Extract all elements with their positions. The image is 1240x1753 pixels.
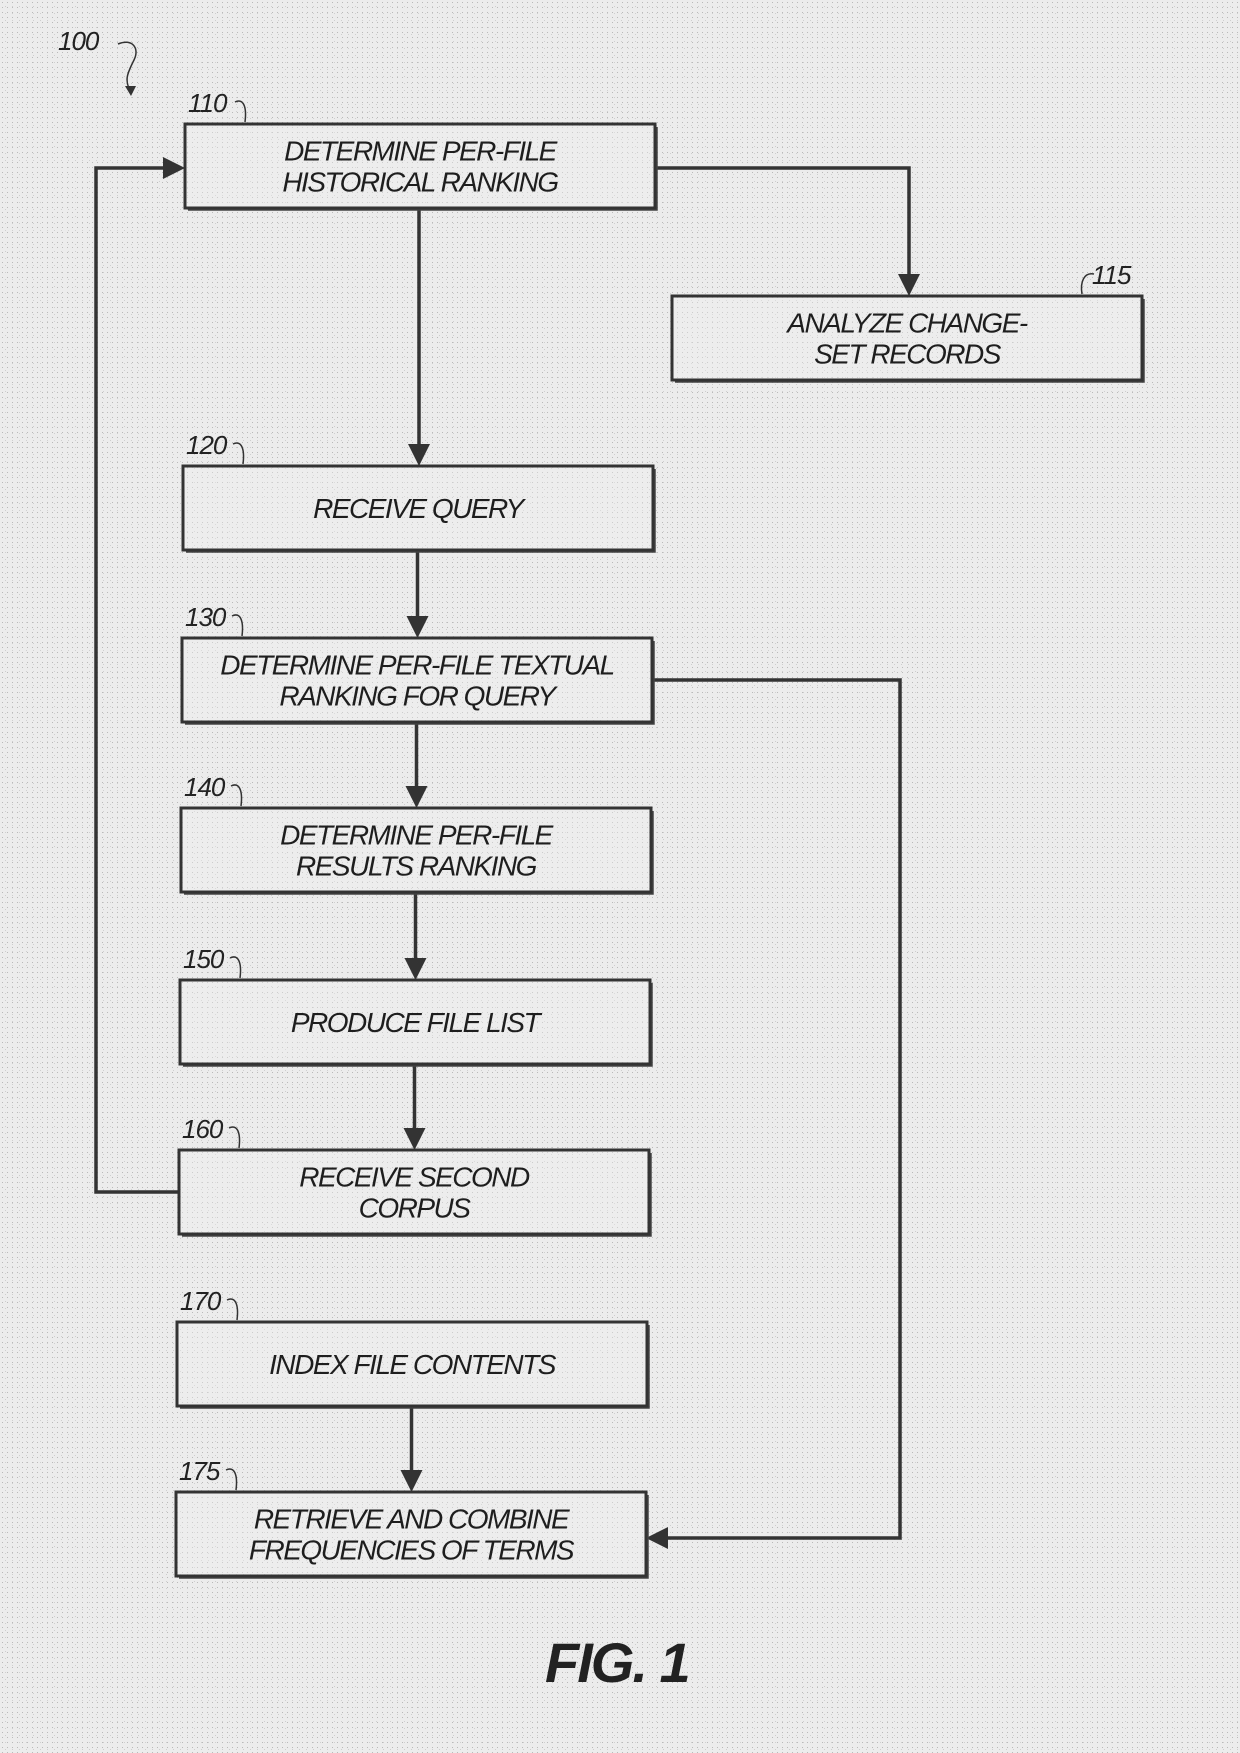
step-label-line: DETERMINE PER-FILE TEXTUAL bbox=[220, 650, 614, 681]
step-label-line: DETERMINE PER-FILE bbox=[284, 136, 558, 167]
connector-110-to-120-arrowhead bbox=[408, 444, 430, 466]
connector-130-to-140 bbox=[405, 722, 428, 808]
step-reference-number: 120 bbox=[186, 430, 228, 460]
connector-160-to-110-line bbox=[94, 166, 181, 1194]
figure-reference: 100 bbox=[58, 26, 137, 96]
step-label-line: RANKING FOR QUERY bbox=[279, 681, 558, 712]
connector-110-to-115 bbox=[655, 166, 920, 296]
step-label-line: INDEX FILE CONTENTS bbox=[269, 1349, 557, 1380]
step-label-line: RESULTS RANKING bbox=[296, 851, 537, 882]
step-label-line: ANALYZE CHANGE- bbox=[785, 308, 1028, 339]
step-reference-number: 140 bbox=[184, 772, 226, 802]
step-reference-leader bbox=[231, 614, 244, 637]
flowchart: 100 DETERMINE PER-FILEHISTORICAL RANKING… bbox=[58, 26, 1145, 1694]
figure-reference-arrowhead bbox=[125, 86, 136, 96]
step-reference-number: 130 bbox=[185, 602, 227, 632]
step-reference-number: 170 bbox=[180, 1286, 222, 1316]
connector-160-to-110-arrowhead bbox=[163, 157, 185, 179]
connector-110-to-115-line bbox=[655, 166, 911, 292]
step-label-line: SET RECORDS bbox=[814, 339, 1002, 370]
step-reference-number: 150 bbox=[183, 944, 225, 974]
connector-150-to-160 bbox=[403, 1064, 426, 1150]
step-reference-leader bbox=[228, 1126, 241, 1149]
step-reference-leader bbox=[226, 1298, 239, 1321]
step-label-line: RECEIVE SECOND bbox=[299, 1162, 530, 1193]
step-reference-number: 110 bbox=[188, 88, 228, 118]
step-label-line: DETERMINE PER-FILE bbox=[280, 820, 554, 851]
step-label-line: PRODUCE FILE LIST bbox=[291, 1007, 543, 1038]
step-170: INDEX FILE CONTENTS 170 bbox=[175, 1286, 650, 1409]
step-label-line: HISTORICAL RANKING bbox=[282, 167, 558, 198]
connector-160-to-110 bbox=[94, 157, 185, 1194]
figure-caption: FIG. 1 bbox=[545, 1631, 689, 1694]
connector-120-to-130 bbox=[406, 550, 429, 638]
step-reference-leader bbox=[234, 100, 247, 123]
step-reference-leader bbox=[225, 1468, 238, 1491]
connector-130-to-175-line bbox=[650, 678, 902, 1540]
step-label-line: CORPUS bbox=[359, 1193, 472, 1224]
step-label-line: RECEIVE QUERY bbox=[313, 493, 527, 524]
step-label-line: RETRIEVE AND COMBINE bbox=[254, 1504, 570, 1535]
step-110: DETERMINE PER-FILEHISTORICAL RANKING 110 bbox=[183, 88, 658, 211]
figure-reference-number: 100 bbox=[58, 26, 100, 56]
connector-140-to-150-arrowhead bbox=[404, 958, 427, 980]
step-reference-leader bbox=[230, 784, 243, 807]
step-reference-number: 160 bbox=[182, 1114, 224, 1144]
connector-110-to-115-arrowhead bbox=[898, 274, 920, 296]
connector-130-to-175 bbox=[646, 678, 902, 1549]
step-reference-number: 115 bbox=[1092, 260, 1132, 290]
connector-140-to-150 bbox=[404, 892, 427, 980]
connector-130-to-175-arrowhead bbox=[646, 1527, 668, 1549]
connector-170-to-175-arrowhead bbox=[400, 1470, 423, 1492]
step-reference-number: 175 bbox=[179, 1456, 221, 1486]
step-label-line: FREQUENCIES OF TERMS bbox=[249, 1535, 575, 1566]
connector-120-to-130-arrowhead bbox=[406, 616, 429, 638]
connector-110-to-120 bbox=[408, 208, 430, 466]
step-reference-leader bbox=[232, 442, 245, 465]
connector-170-to-175 bbox=[400, 1406, 423, 1492]
connector-130-to-140-arrowhead bbox=[405, 786, 428, 808]
steps: DETERMINE PER-FILEHISTORICAL RANKING110A… bbox=[174, 88, 1145, 1579]
step-reference-leader bbox=[229, 956, 242, 979]
connector-150-to-160-arrowhead bbox=[403, 1128, 426, 1150]
figure-reference-leader bbox=[117, 41, 137, 91]
